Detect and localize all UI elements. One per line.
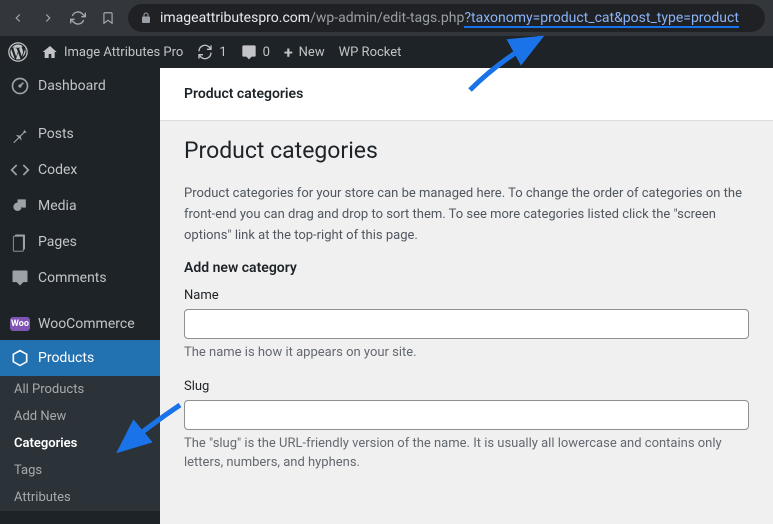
submenu-label: Categories — [14, 436, 77, 451]
slug-help: The "slug" is the URL-friendly version o… — [184, 434, 749, 473]
sidebar-item-media[interactable]: Media — [0, 188, 160, 224]
forward-icon — [41, 11, 55, 25]
submenu-add-new[interactable]: Add New — [0, 403, 160, 430]
sidebar-item-posts[interactable]: Posts — [0, 116, 160, 152]
add-category-heading: Add new category — [184, 260, 749, 276]
site-title: Image Attributes Pro — [64, 45, 183, 60]
bookmark-button[interactable] — [98, 8, 118, 28]
name-help: The name is how it appears on your site. — [184, 343, 749, 363]
new-label: New — [299, 45, 325, 60]
submenu-all-products[interactable]: All Products — [0, 376, 160, 403]
browser-toolbar: imageattributespro.com/wp-admin/edit-tag… — [0, 0, 773, 36]
media-icon — [10, 196, 30, 216]
name-input[interactable] — [184, 309, 749, 339]
sidebar-item-dashboard[interactable]: Dashboard — [0, 68, 160, 104]
comments[interactable]: 0 — [241, 44, 270, 60]
url-text: imageattributespro.com/wp-admin/edit-tag… — [160, 10, 739, 26]
updates[interactable]: 1 — [197, 44, 226, 60]
submenu-label: Attributes — [14, 490, 71, 505]
reload-button[interactable] — [68, 8, 88, 28]
products-submenu: All Products Add New Categories Tags Att… — [0, 376, 160, 511]
site-home[interactable]: Image Attributes Pro — [42, 44, 183, 60]
sidebar-label: Dashboard — [38, 78, 106, 94]
name-label: Name — [184, 288, 749, 303]
wp-logo[interactable] — [8, 42, 28, 62]
bookmark-icon — [101, 11, 115, 25]
admin-sidebar: Dashboard Posts Codex Media Pages Commen… — [0, 68, 160, 524]
products-icon — [10, 348, 30, 368]
sidebar-item-comments[interactable]: Comments — [0, 260, 160, 296]
new-content[interactable]: + New — [284, 43, 325, 62]
intro-text: Product categories for your store can be… — [184, 184, 749, 246]
header-title: Product categories — [184, 86, 749, 102]
sidebar-item-codex[interactable]: Codex — [0, 152, 160, 188]
dashboard-icon — [10, 76, 30, 96]
submenu-label: Tags — [14, 463, 42, 478]
content-area: Product categories Product categories Pr… — [160, 68, 773, 524]
wp-admin-bar: Image Attributes Pro 1 0 + New WP Rocket — [0, 36, 773, 68]
code-icon — [10, 160, 30, 180]
sidebar-label: Posts — [38, 126, 74, 142]
home-icon — [42, 44, 58, 60]
submenu-categories[interactable]: Categories — [0, 430, 160, 457]
page-title: Product categories — [184, 137, 749, 164]
wordpress-icon — [8, 42, 28, 62]
sidebar-item-pages[interactable]: Pages — [0, 224, 160, 260]
forward-button[interactable] — [38, 8, 58, 28]
sidebar-item-products[interactable]: Products — [0, 340, 160, 376]
update-icon — [197, 44, 213, 60]
wprocket-label: WP Rocket — [339, 45, 402, 60]
submenu-label: Add New — [14, 409, 66, 424]
sidebar-item-woocommerce[interactable]: Woo WooCommerce — [0, 308, 160, 340]
sidebar-label: Comments — [38, 270, 107, 286]
sidebar-label: Products — [38, 350, 94, 366]
content-header: Product categories — [160, 68, 773, 121]
sidebar-label: WooCommerce — [38, 316, 135, 332]
submenu-label: All Products — [14, 382, 84, 397]
reload-icon — [70, 10, 86, 26]
sidebar-label: Pages — [38, 234, 77, 250]
comment-icon — [10, 268, 30, 288]
back-icon — [11, 11, 25, 25]
sidebar-label: Media — [38, 198, 77, 214]
sidebar-label: Codex — [38, 162, 77, 178]
plus-icon: + — [284, 43, 293, 62]
wprocket[interactable]: WP Rocket — [339, 45, 402, 60]
lock-icon — [140, 12, 152, 24]
comment-icon — [241, 44, 257, 60]
woo-icon: Woo — [10, 317, 30, 331]
comments-count: 0 — [263, 45, 270, 60]
page-icon — [10, 232, 30, 252]
slug-label: Slug — [184, 379, 749, 394]
back-button[interactable] — [8, 8, 28, 28]
updates-count: 1 — [219, 45, 226, 60]
pin-icon — [10, 124, 30, 144]
slug-input[interactable] — [184, 400, 749, 430]
url-bar[interactable]: imageattributespro.com/wp-admin/edit-tag… — [128, 4, 765, 32]
submenu-attributes[interactable]: Attributes — [0, 484, 160, 511]
submenu-tags[interactable]: Tags — [0, 457, 160, 484]
